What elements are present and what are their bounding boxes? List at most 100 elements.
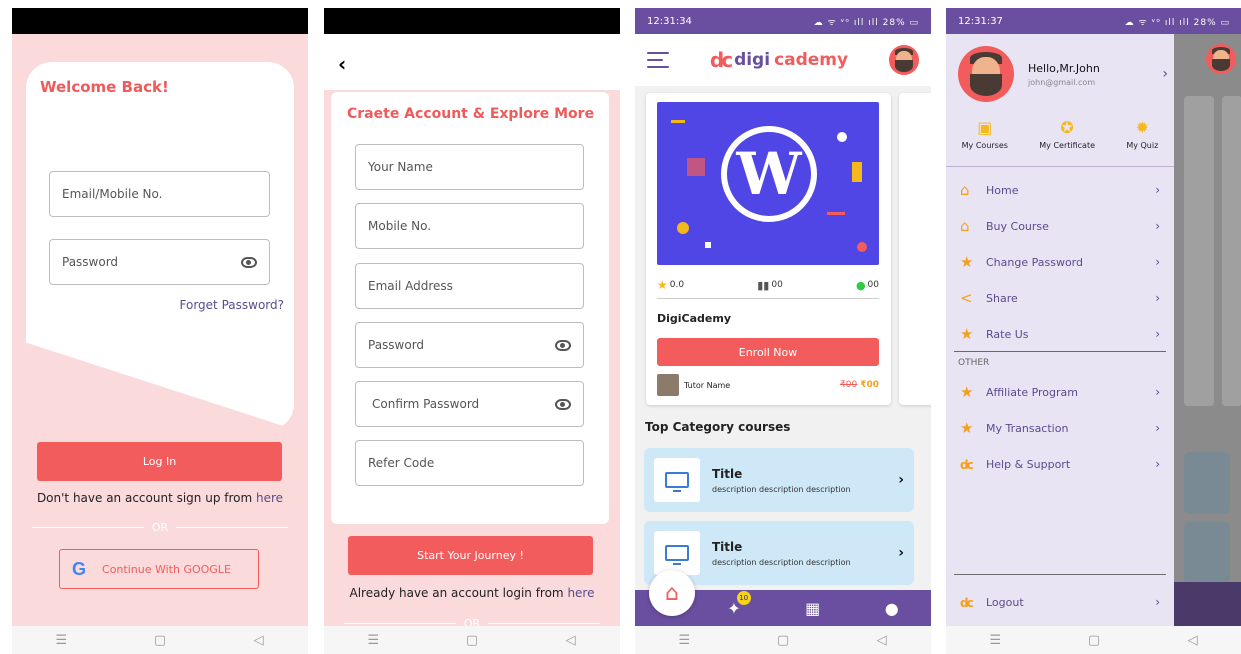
menu-item-my-transaction[interactable]: ★ My Transaction › [960,418,1160,438]
hamburger-menu-icon[interactable] [647,52,669,68]
start-journey-button[interactable]: Start Your Journey ! [348,536,593,575]
login-text: Already have an account login from [349,586,568,600]
my-courses-link[interactable]: ▣ My Courses [962,118,1008,150]
category-description: description description description [712,557,851,567]
back-triangle-icon[interactable]: ◁ [244,633,274,648]
google-login-button[interactable]: G Continue With GOOGLE [59,549,259,589]
email-placeholder: Email Address [368,279,453,293]
chevron-right-icon: › [1162,66,1168,82]
login-prompt: Already have an account login from here [324,586,620,600]
course-thumbnail: W [657,102,879,265]
eye-icon[interactable] [555,398,571,410]
forget-password-link[interactable]: Forget Password? [180,298,284,312]
home-square-icon[interactable]: ▢ [1079,633,1109,648]
my-certificate-link[interactable]: ✪ My Certificate [1039,118,1095,150]
dimmed-course-card [1222,96,1241,406]
status-bar: 12:31:37 ☁ ᯤ ᵛᵒ ıll ıll 28% ▭ [946,8,1241,34]
status-bar [12,8,308,34]
login-button[interactable]: Log In [37,442,282,481]
enroll-now-button[interactable]: Enroll Now [657,338,879,366]
home-icon: ⌂ [960,217,970,235]
refer-code-input[interactable]: Refer Code [355,440,584,486]
category-title: Title [712,466,743,481]
lightbulb-icon[interactable]: ✦ 10 [727,590,751,618]
home-square-icon[interactable]: ▢ [768,633,798,648]
login-screen: Welcome Back! Email/Mobile No. Password … [12,8,308,654]
category-card[interactable]: Title description description descriptio… [644,448,914,512]
book-icon: ▮▮ [757,278,770,292]
menu-item-change-password[interactable]: ★ Change Password › [960,252,1160,272]
divider [946,166,1174,167]
page-title: Welcome Back! [40,78,169,96]
menu-item-help-support[interactable]: dc Help & Support › [960,454,1160,474]
menu-icon[interactable]: ☰ [980,633,1010,648]
course-card[interactable]: W ★ 0.0 ▮▮ 00 ● 00 DigiCademy Enroll Now Tu… [646,93,891,405]
star-icon: ★ [960,419,974,437]
my-quiz-link[interactable]: ✹ My Quiz [1126,118,1158,150]
chevron-right-icon: › [1155,183,1160,197]
lessons-stat: ▮▮ 00 [757,278,783,292]
home-tab-icon[interactable]: ⌂ [649,570,695,616]
password-placeholder: Password [62,255,119,269]
home-square-icon[interactable]: ▢ [457,633,487,648]
signup-link[interactable]: here [256,491,283,505]
menu-icon[interactable]: ☰ [46,633,76,648]
status-time: 12:31:34 [647,15,692,27]
email-input[interactable]: Email/Mobile No. [49,171,270,217]
back-arrow-icon[interactable]: ‹ [338,52,346,76]
status-bar [324,8,620,34]
status-bar: 12:31:34 ☁ ᯤ ᵛᵒ ıll ıll 28% ▭ [635,8,931,34]
avatar[interactable] [889,45,919,75]
user-email: john@gmail.com [1028,77,1096,87]
profile-tab-icon[interactable]: ● [885,599,899,618]
chevron-right-icon: › [1155,595,1160,609]
signup-text: Don't have an account sign up from [36,491,256,505]
chevron-right-icon: › [898,545,904,561]
menu-item-buy-course[interactable]: ⌂ Buy Course › [960,216,1160,236]
home-square-icon[interactable]: ▢ [145,633,175,648]
chevron-right-icon: › [1155,457,1160,471]
menu-item-affiliate-program[interactable]: ★ Affiliate Program › [960,382,1160,402]
menu-icon[interactable]: ☰ [669,633,699,648]
email-placeholder: Email/Mobile No. [62,187,163,201]
name-input[interactable]: Your Name [355,144,584,190]
eye-icon[interactable] [241,256,257,268]
menu-item-rate-us[interactable]: ★ Rate Us › [960,324,1160,344]
menu-item-logout[interactable]: dc Logout › [960,592,1160,612]
home-icon: ⌂ [960,181,970,199]
password-input[interactable]: Password [355,322,584,368]
rating-stat: ★ 0.0 [657,278,685,292]
tutor-row: Tutor Name ₹00 ₹00 [657,374,879,396]
email-input[interactable]: Email Address [355,263,584,309]
login-link[interactable]: here [567,586,594,600]
back-triangle-icon[interactable]: ◁ [867,633,897,648]
confirm-password-input[interactable]: Confirm Password [355,381,584,427]
monitor-icon [665,545,689,565]
menu-item-home[interactable]: ⌂ Home › [960,180,1160,200]
back-triangle-icon[interactable]: ◁ [1178,633,1208,648]
mobile-input[interactable]: Mobile No. [355,203,584,249]
laptop-icon: ▣ [977,118,993,137]
videos-stat: ● 00 [855,278,879,292]
course-title: DigiCademy [657,312,732,325]
book-tab-icon[interactable]: ▦ [805,599,820,618]
profile-header[interactable]: Hello,Mr.John john@gmail.com › [958,46,1168,102]
password-input[interactable]: Password [49,239,270,285]
star-icon: ★ [960,383,974,401]
old-price: ₹00 [840,380,858,390]
wordpress-logo-icon: W [721,126,817,222]
share-icon: < [960,289,973,307]
eye-icon[interactable] [555,339,571,351]
chevron-right-icon: › [1155,421,1160,435]
menu-item-share[interactable]: < Share › [960,288,1160,308]
back-triangle-icon[interactable]: ◁ [556,633,586,648]
menu-icon[interactable]: ☰ [358,633,388,648]
confirm-password-placeholder: Confirm Password [372,397,480,411]
chevron-right-icon: › [1155,255,1160,269]
course-card-peek[interactable] [899,93,931,405]
system-nav-bar: ☰ ▢ ◁ [635,626,931,654]
google-button-label: Continue With GOOGLE [102,562,231,576]
home-screen: 12:31:34 ☁ ᯤ ᵛᵒ ıll ıll 28% ▭ dc digi cad… [635,8,931,654]
dimmed-category-card [1184,522,1230,584]
chevron-right-icon: › [898,472,904,488]
